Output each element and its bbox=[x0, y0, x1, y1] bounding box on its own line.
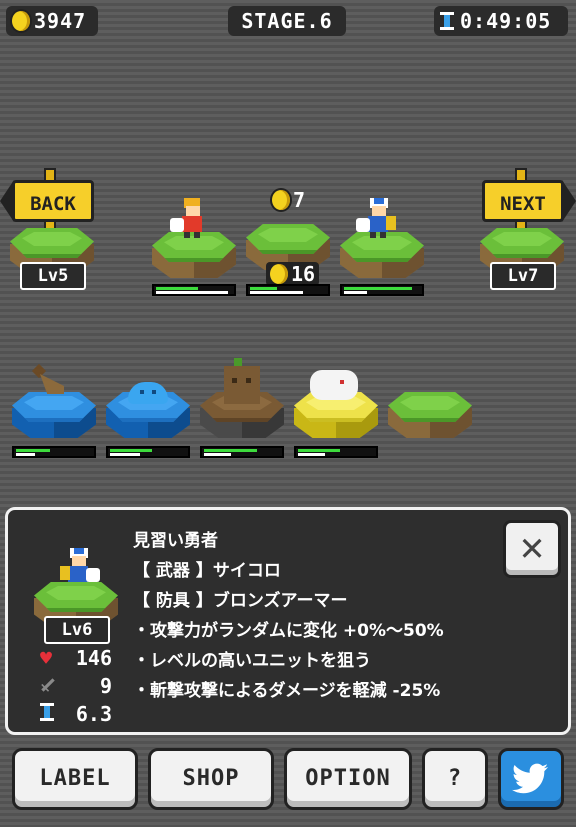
enemy-platform-4 bbox=[294, 392, 378, 446]
enemy-bar-4 bbox=[294, 446, 378, 458]
sheep-icon bbox=[310, 370, 358, 400]
attack-stat: 9 bbox=[40, 674, 112, 698]
party-bar-2 bbox=[246, 284, 330, 296]
back-sign: BACK bbox=[12, 180, 94, 222]
red-hero-icon bbox=[170, 198, 210, 240]
party-hp-2 bbox=[250, 287, 277, 290]
help-button[interactable]: ? bbox=[422, 748, 488, 810]
option-button[interactable]: OPTION bbox=[284, 748, 412, 810]
timer-value: 0:49:05 bbox=[460, 9, 552, 33]
enemy-xp-2 bbox=[110, 453, 140, 456]
stage-indicator: STAGE.6 bbox=[228, 6, 346, 36]
party-xp-3 bbox=[344, 291, 367, 294]
speed-value: 6.3 bbox=[75, 702, 112, 726]
party-xp-2 bbox=[250, 291, 303, 294]
twitter-bird-icon bbox=[512, 763, 548, 794]
selected-unit-level: Lv6 bbox=[44, 616, 110, 644]
close-button[interactable]: ✕ bbox=[503, 520, 561, 578]
shop-button[interactable]: SHOP bbox=[148, 748, 274, 810]
close-icon: ✕ bbox=[519, 524, 545, 570]
hourglass-icon bbox=[440, 11, 454, 31]
label-button[interactable]: LABEL bbox=[12, 748, 138, 810]
next-sign: NEXT bbox=[482, 180, 564, 222]
drill-icon bbox=[30, 363, 70, 402]
enemy-xp-1 bbox=[16, 453, 35, 456]
reward: 16 bbox=[266, 262, 320, 286]
enemy-xp-3 bbox=[204, 453, 231, 456]
party-bar-3 bbox=[340, 284, 424, 296]
hp-value: 146 bbox=[75, 646, 112, 670]
coin-icon bbox=[270, 264, 288, 284]
coin-count: 3947 bbox=[34, 9, 87, 33]
speed-stat: 6.3 bbox=[40, 702, 112, 727]
twitter-button[interactable] bbox=[498, 748, 564, 810]
party-bar-1 bbox=[152, 284, 236, 296]
trait-1: ・攻撃力がランダムに変化 +0%〜50% bbox=[133, 621, 444, 641]
enemy-hp-1 bbox=[16, 449, 50, 452]
top-bar: 3947 STAGE.6 0:49:05 bbox=[0, 0, 576, 44]
party-xp-1 bbox=[156, 291, 228, 294]
enemy-hp-3 bbox=[204, 449, 257, 452]
party-hp-1 bbox=[156, 287, 198, 290]
trait-3: ・斬撃攻撃によるダメージを軽減 -25% bbox=[133, 681, 441, 701]
coin-icon bbox=[272, 190, 290, 210]
enemy-hp-2 bbox=[110, 449, 152, 452]
enemy-bar-1 bbox=[12, 446, 96, 458]
shop-cost: 7 bbox=[272, 188, 305, 212]
enemy-bar-2 bbox=[106, 446, 190, 458]
armor-line: 【 防具 】ブロンズアーマー bbox=[133, 591, 348, 611]
party-platform-1 bbox=[152, 232, 236, 286]
trait-2: ・レベルの高いユニットを狙う bbox=[133, 651, 371, 671]
enemy-xp-4 bbox=[298, 453, 325, 456]
enemy-platform-5 bbox=[388, 392, 472, 446]
back-level: Lv5 bbox=[20, 262, 86, 290]
party-hp-3 bbox=[344, 287, 412, 290]
coin-counter: 3947 bbox=[6, 6, 98, 36]
slime-icon bbox=[128, 382, 168, 404]
hourglass-icon bbox=[40, 702, 54, 722]
party-platform-3 bbox=[340, 232, 424, 286]
next-level: Lv7 bbox=[490, 262, 556, 290]
blue-hero-icon bbox=[356, 198, 400, 240]
enemy-bar-3 bbox=[200, 446, 284, 458]
unit-info-panel: Lv6 ♥ 146 9 6.3 見習い勇者 【 武器 】サイコロ 【 防具 】ブ… bbox=[5, 507, 571, 735]
shop-cost-value: 7 bbox=[293, 188, 306, 212]
hp-stat: ♥ 146 bbox=[40, 646, 112, 670]
reward-value: 16 bbox=[291, 262, 316, 286]
coin-icon bbox=[12, 11, 30, 31]
next-arrow-icon bbox=[562, 180, 576, 222]
weapon-line: 【 武器 】サイコロ bbox=[133, 561, 281, 581]
attack-value: 9 bbox=[99, 674, 112, 698]
sword-icon bbox=[37, 674, 60, 697]
stage-label: STAGE.6 bbox=[241, 9, 333, 33]
timer: 0:49:05 bbox=[434, 6, 568, 36]
enemy-hp-4 bbox=[298, 449, 340, 452]
unit-name: 見習い勇者 bbox=[133, 531, 218, 551]
tree-stump-icon bbox=[222, 358, 262, 404]
heart-icon: ♥ bbox=[40, 646, 53, 670]
